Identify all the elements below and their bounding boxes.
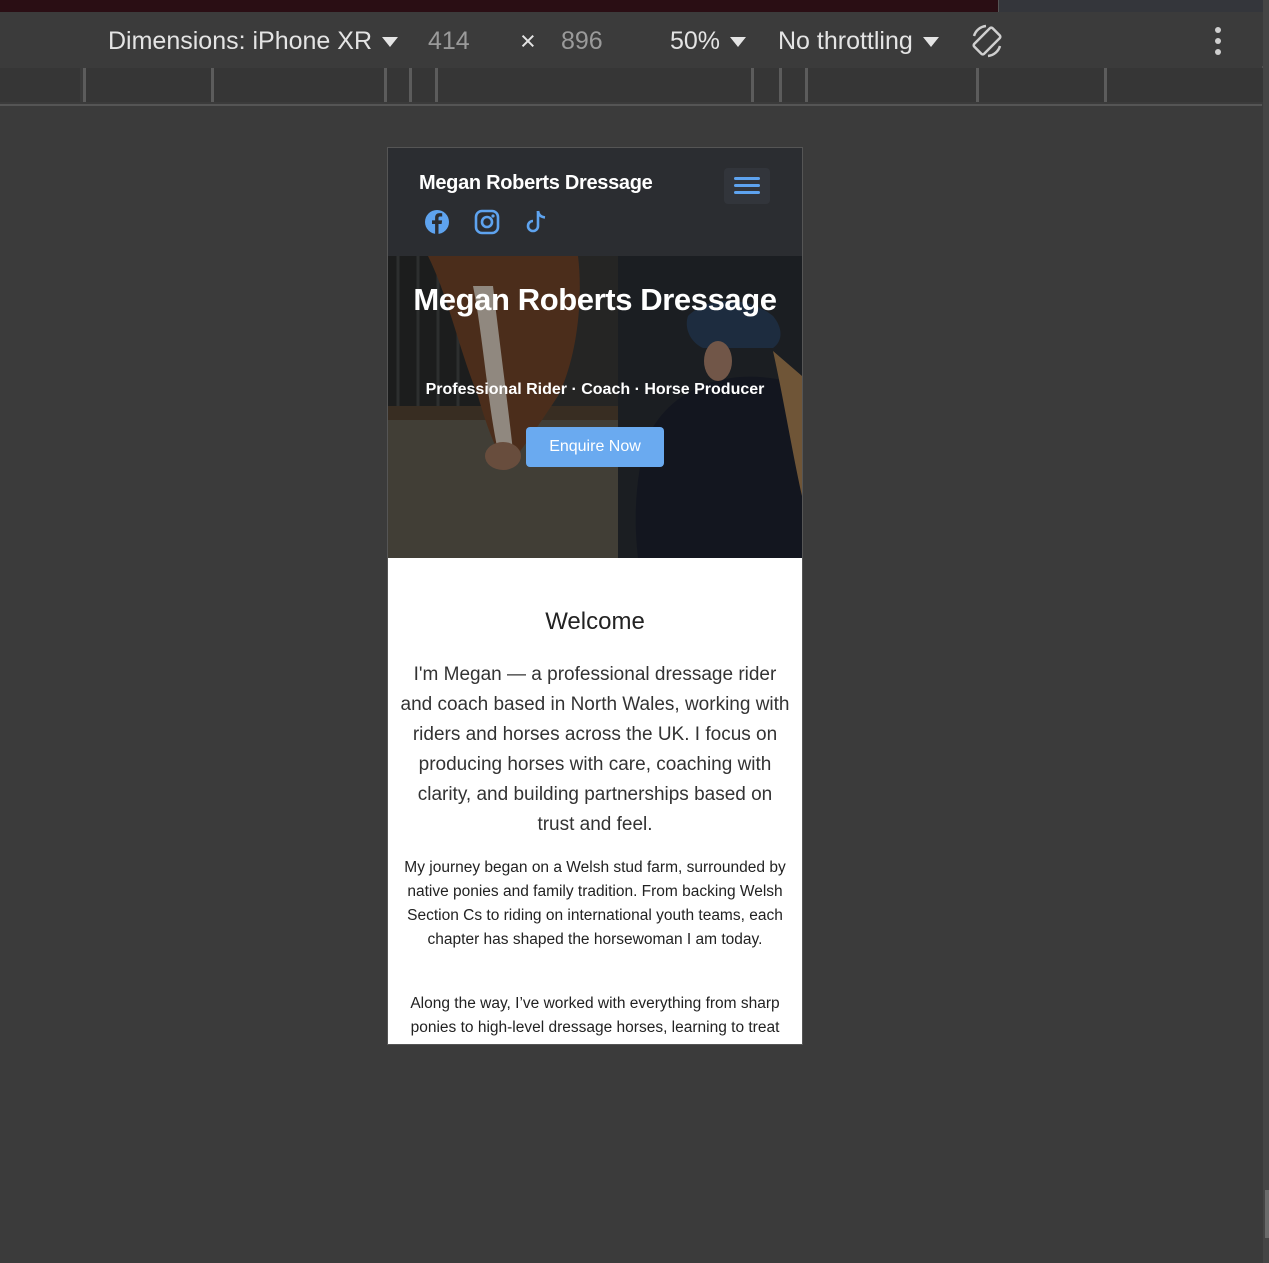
media-query-segment[interactable] [805, 68, 976, 102]
welcome-heading: Welcome [545, 608, 645, 635]
width-input[interactable]: 414 [428, 26, 470, 56]
device-viewport: Megan Roberts Dressage Megan Roberts Dre… [387, 147, 803, 1045]
throttling-dropdown[interactable]: No throttling [778, 26, 939, 56]
site-navbar: Megan Roberts Dressage [388, 148, 802, 256]
hero-title: Megan Roberts Dressage [413, 282, 777, 317]
hamburger-icon [734, 177, 760, 180]
enquire-now-button[interactable]: Enquire Now [526, 427, 664, 467]
chevron-down-icon [922, 37, 939, 48]
media-query-segment[interactable] [211, 68, 384, 102]
tiktok-icon[interactable] [523, 208, 551, 236]
dimension-separator: × [520, 26, 536, 56]
media-query-segment[interactable] [384, 68, 409, 102]
media-query-segment[interactable] [976, 68, 1104, 102]
welcome-lead-paragraph: I'm Megan — a professional dressage ride… [400, 664, 790, 835]
device-toolbar: Dimensions: iPhone XR 414 × 896 50% No t… [0, 12, 1269, 68]
experience-paragraph: Along the way, I’ve worked with everythi… [410, 995, 780, 1036]
throttling-label: No throttling [778, 27, 913, 55]
hero-section: Megan Roberts Dressage Professional Ride… [388, 256, 802, 558]
hero-subtitle: Professional Rider · Coach · Horse Produ… [425, 381, 765, 398]
media-query-segment[interactable] [409, 68, 435, 102]
chevron-down-icon [382, 37, 399, 48]
height-input[interactable]: 896 [561, 26, 603, 56]
instagram-icon[interactable] [473, 208, 501, 236]
dimensions-label: Dimensions: iPhone XR [108, 27, 373, 55]
facebook-icon[interactable] [423, 208, 451, 236]
journey-paragraph: My journey began on a Welsh stud farm, s… [404, 859, 786, 948]
devtools-resize-edge[interactable] [1263, 0, 1269, 1263]
media-query-segment[interactable] [1104, 68, 1265, 102]
menu-toggle-button[interactable] [724, 168, 770, 204]
zoom-label: 50% [670, 27, 721, 55]
dimensions-dropdown[interactable]: Dimensions: iPhone XR [108, 26, 399, 56]
rotate-icon[interactable] [968, 22, 1006, 60]
more-vert-icon[interactable] [1208, 26, 1228, 56]
media-query-segment[interactable] [83, 68, 211, 102]
chevron-down-icon [730, 37, 747, 48]
zoom-dropdown[interactable]: 50% [670, 26, 747, 56]
media-query-bar [0, 66, 1265, 106]
media-query-segment[interactable] [751, 68, 779, 102]
media-query-segment[interactable] [779, 68, 805, 102]
media-query-segment[interactable] [435, 68, 751, 102]
site-brand[interactable]: Megan Roberts Dressage [419, 172, 653, 195]
media-query-segment[interactable] [0, 68, 80, 102]
scrollbar-thumb[interactable] [1265, 1190, 1269, 1238]
